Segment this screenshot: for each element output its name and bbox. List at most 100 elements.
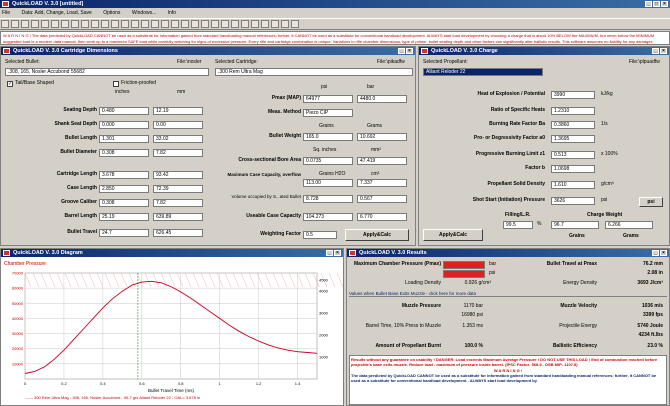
dim-row-mm[interactable]: 12.19 [153, 107, 203, 115]
charge-row-value[interactable]: 1.610 [551, 181, 595, 189]
dim-row-mm[interactable]: 72.39 [153, 185, 203, 193]
dim-row-inches[interactable]: 25.19 [99, 213, 149, 221]
meas-method-field[interactable]: Piezo CIP [303, 109, 353, 117]
menu-data[interactable]: Data: Add, Change, Load, Save [21, 10, 91, 16]
psi-unit-button[interactable]: psi [639, 197, 663, 207]
muzzle-header-link[interactable]: Values when Bullet Base Exits Muzzle - c… [349, 290, 667, 297]
charge-row-value[interactable]: 3626 [551, 197, 595, 205]
mm2-label: mm² [371, 147, 381, 153]
bullet-weight-g-field[interactable]: 10.692 [357, 133, 407, 141]
bullet-weight-gr-field[interactable]: 165.0 [303, 133, 353, 141]
sq-inches-label: Sq. inches [313, 147, 337, 153]
meas-method-label: Meas. Method [267, 109, 301, 115]
dim-row-inches[interactable]: 0.480 [99, 107, 149, 115]
charge-row-value[interactable]: 1.3695 [551, 135, 595, 143]
charge-row-value[interactable]: 0.3860 [551, 121, 595, 129]
toolbar-button-icon[interactable] [251, 20, 259, 28]
dim-row-mm[interactable]: 639.89 [153, 213, 203, 221]
propellant-select[interactable]: Alliant Reloder 22 [423, 68, 543, 76]
toolbar-button-icon[interactable] [131, 20, 139, 28]
toolbar-button-icon[interactable] [271, 20, 279, 28]
case-cap-gr-field[interactable]: 113.00 [303, 179, 353, 187]
dim-row-inches[interactable]: 0.308 [99, 149, 149, 157]
toolbar-button-icon[interactable] [81, 20, 89, 28]
bore-mm-field[interactable]: 47.419 [357, 157, 407, 165]
y-tick-label: 10000 [12, 361, 24, 366]
toolbar-button-icon[interactable] [181, 20, 189, 28]
menu-file[interactable]: File [2, 10, 10, 16]
toolbar-button-icon[interactable] [261, 20, 269, 28]
dim-row-mm[interactable]: 7.82 [153, 149, 203, 157]
friction-checkbox[interactable] [113, 81, 119, 87]
weighting-field[interactable]: 0.5 [303, 231, 337, 239]
toolbar-button-icon[interactable] [291, 20, 299, 28]
toolbar-button-icon[interactable] [11, 20, 19, 28]
volume-cm-field: 0.567 [357, 195, 407, 203]
case-cap-cm-field[interactable]: 7.337 [357, 179, 407, 187]
energy-density-value: 3693 J/cm³ [637, 280, 663, 286]
toolbar-button-icon[interactable] [41, 20, 49, 28]
dim-row-inches[interactable]: 24.7 [99, 229, 149, 237]
toolbar-button-icon[interactable] [101, 20, 109, 28]
charge-gr-field[interactable]: 96.7 [551, 221, 599, 229]
dim-row-mm[interactable]: 33.02 [153, 135, 203, 143]
dim-row-mm[interactable]: 0.00 [153, 121, 203, 129]
pmax-psi-field[interactable]: 64977 [303, 95, 353, 103]
pct-label: % [537, 221, 542, 227]
filling-field[interactable]: 99.5 [503, 221, 533, 229]
toolbar-button-icon[interactable] [151, 20, 159, 28]
muzzle-velocity-ms: 1036 m/s [641, 303, 663, 309]
close-button[interactable]: × [661, 1, 668, 7]
charge-g-field[interactable]: 6.266 [605, 221, 653, 229]
dim-row-label: Cartridge Length [56, 171, 97, 177]
toolbar-button-icon[interactable] [111, 20, 119, 28]
toolbar-button-icon[interactable] [191, 20, 199, 28]
toolbar-button-icon[interactable] [91, 20, 99, 28]
menu-info[interactable]: Info [168, 10, 176, 16]
toolbar-button-icon[interactable] [221, 20, 229, 28]
toolbar-button-icon[interactable] [141, 20, 149, 28]
dim-row-mm[interactable]: 93.42 [153, 171, 203, 179]
bullet-select[interactable]: .308, 165, Nosler Accubond 55682 [5, 68, 209, 76]
charge-row-value[interactable]: 1.2310 [551, 107, 595, 115]
tail-base-checkbox[interactable]: ✓ [7, 81, 13, 87]
menu-options[interactable]: Options [103, 10, 120, 16]
toolbar-button-icon[interactable] [281, 20, 289, 28]
efficiency-value: 23.0 % [647, 343, 663, 349]
dim-row-mm[interactable]: 626.45 [153, 229, 203, 237]
toolbar-button-icon[interactable] [201, 20, 209, 28]
dim-row-inches[interactable]: 2.850 [99, 185, 149, 193]
charge-row-value[interactable]: 0.513 [551, 151, 595, 159]
pmax-bar-field[interactable]: 4480.0 [357, 95, 407, 103]
toolbar-button-icon[interactable] [211, 20, 219, 28]
maximize-button[interactable]: □ [653, 1, 660, 7]
dim-row-inches[interactable]: 3.678 [99, 171, 149, 179]
x-tick-label: 0.8 [178, 381, 184, 386]
dim-row-inches[interactable]: 1.301 [99, 135, 149, 143]
cartridge-apply-button[interactable]: Apply&Calc [345, 229, 409, 241]
charge-row-value[interactable]: 3990 [551, 91, 595, 99]
toolbar-button-icon[interactable] [231, 20, 239, 28]
toolbar-button-icon[interactable] [241, 20, 249, 28]
toolbar-button-icon[interactable] [121, 20, 129, 28]
diagram-window: QuickLOAD V. 3.0 Diagram _ × Chamber Pres… [0, 248, 344, 406]
toolbar-button-icon[interactable] [21, 20, 29, 28]
bore-in-field[interactable]: 0.0735 [303, 157, 353, 165]
menu-windows[interactable]: Windows... [132, 10, 156, 16]
dim-row-mm[interactable]: 7.82 [153, 199, 203, 207]
toolbar-button-icon[interactable] [51, 20, 59, 28]
toolbar-button-icon[interactable] [61, 20, 69, 28]
dim-row-inches[interactable]: 0.000 [99, 121, 149, 129]
x-tick-label: 1.2 [256, 381, 262, 386]
toolbar-button-icon[interactable] [1, 20, 9, 28]
toolbar-button-icon[interactable] [161, 20, 169, 28]
cartridge-select[interactable]: .300 Rem Ultra Mag [215, 68, 413, 76]
toolbar-button-icon[interactable] [171, 20, 179, 28]
toolbar-button-icon[interactable] [31, 20, 39, 28]
charge-apply-button[interactable]: Apply&Calc [423, 229, 483, 241]
minimize-button[interactable]: _ [645, 1, 652, 7]
bore-area-label: Cross-sectional Bore Area [238, 157, 301, 163]
charge-row-value[interactable]: 1.0698 [551, 165, 595, 173]
toolbar-button-icon[interactable] [71, 20, 79, 28]
dim-row-inches[interactable]: 0.308 [99, 199, 149, 207]
